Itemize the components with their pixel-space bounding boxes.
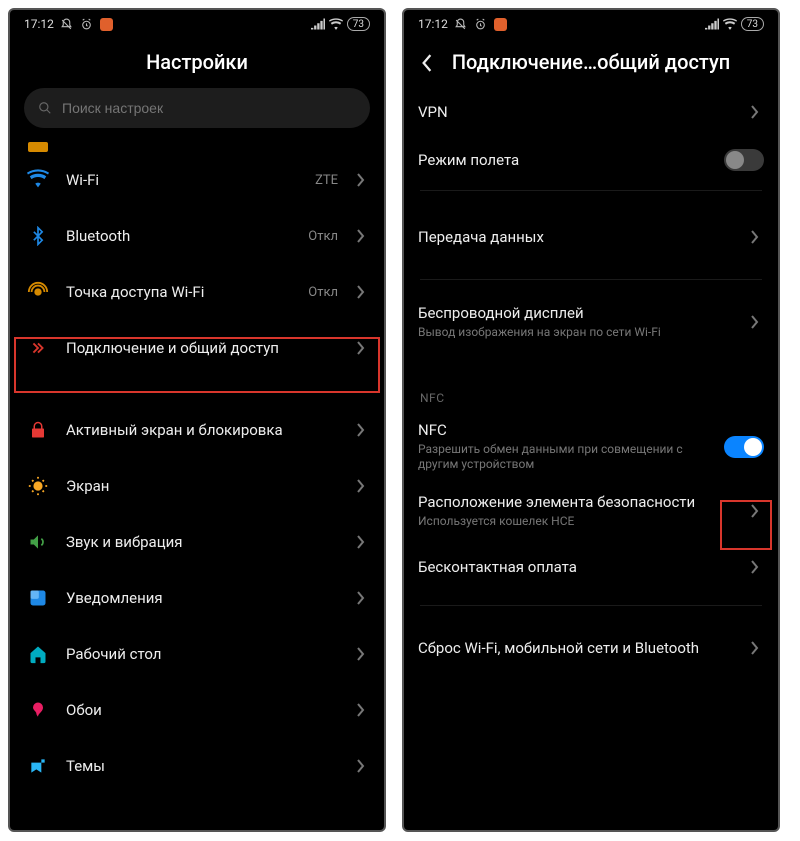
chevron-right-icon — [356, 229, 370, 243]
row-display[interactable]: Экран — [10, 458, 384, 514]
page-title: Подключение…общий доступ — [404, 38, 778, 88]
divider — [420, 605, 762, 606]
chevron-right-icon — [356, 423, 370, 437]
row-nfc[interactable]: NFC Разрешить обмен данными при совмещен… — [404, 411, 778, 483]
wifi-status-icon — [723, 17, 737, 31]
brightness-icon — [24, 472, 52, 500]
search-box[interactable] — [24, 88, 370, 128]
row-reset-network[interactable]: Сброс Wi-Fi, мобильной сети и Bluetooth — [404, 620, 778, 676]
row-sim-truncated[interactable] — [10, 134, 384, 152]
row-secure-element[interactable]: Расположение элемента безопасности Испол… — [404, 483, 778, 540]
wallpaper-icon — [24, 696, 52, 724]
signal-icon — [311, 17, 325, 31]
chevron-right-icon — [750, 230, 764, 244]
dnd-icon — [454, 17, 468, 31]
alarm-icon — [80, 17, 94, 31]
row-hotspot[interactable]: Точка доступа Wi-Fi Откл — [10, 264, 384, 320]
row-contactless-payment[interactable]: Бесконтактная оплата — [404, 539, 778, 595]
app-badge-icon — [100, 18, 113, 31]
share-icon — [24, 334, 52, 362]
status-bar: 17:12 73 — [404, 10, 778, 38]
row-sound[interactable]: Звук и вибрация — [10, 514, 384, 570]
chevron-right-icon — [750, 315, 764, 329]
chevron-right-icon — [750, 504, 764, 518]
divider — [420, 279, 762, 280]
row-vpn[interactable]: VPN — [404, 88, 778, 136]
search-input[interactable] — [62, 100, 356, 116]
bluetooth-icon — [24, 222, 52, 250]
section-header-nfc: NFC — [404, 351, 778, 411]
sound-icon — [24, 528, 52, 556]
back-button[interactable] — [416, 52, 438, 74]
chevron-right-icon — [356, 285, 370, 299]
chevron-right-icon — [750, 641, 764, 655]
chevron-right-icon — [356, 479, 370, 493]
row-wifi[interactable]: Wi-Fi ZTE — [10, 152, 384, 208]
row-notifications[interactable]: Уведомления — [10, 570, 384, 626]
chevron-right-icon — [356, 647, 370, 661]
notifications-icon — [24, 584, 52, 612]
chevron-right-icon — [356, 759, 370, 773]
status-time: 17:12 — [24, 17, 54, 31]
row-wallpaper[interactable]: Обои — [10, 682, 384, 738]
search-icon — [38, 101, 52, 115]
chevron-right-icon — [356, 341, 370, 355]
row-wireless-display[interactable]: Беспроводной дисплей Вывод изображения н… — [404, 294, 778, 351]
chevron-right-icon — [750, 105, 764, 119]
row-bluetooth[interactable]: Bluetooth Откл — [10, 208, 384, 264]
row-themes[interactable]: Темы — [10, 738, 384, 794]
row-connection-sharing[interactable]: Подключение и общий доступ — [10, 320, 384, 376]
status-time: 17:12 — [418, 17, 448, 31]
page-title: Настройки — [10, 38, 384, 88]
chevron-right-icon — [356, 591, 370, 605]
home-icon — [24, 640, 52, 668]
divider — [420, 190, 762, 191]
dnd-icon — [60, 17, 74, 31]
row-desktop[interactable]: Рабочий стол — [10, 626, 384, 682]
hotspot-icon — [24, 278, 52, 306]
signal-icon — [705, 17, 719, 31]
chevron-right-icon — [356, 173, 370, 187]
chevron-right-icon — [356, 703, 370, 717]
phone-right-connection: 17:12 73 Подключение…общий доступ — [402, 8, 780, 832]
settings-list: Wi-Fi ZTE Bluetooth Откл Точка доступа W… — [10, 134, 384, 802]
nfc-toggle[interactable] — [724, 436, 764, 458]
battery-indicator: 73 — [741, 17, 764, 31]
chevron-right-icon — [356, 535, 370, 549]
row-airplane[interactable]: Режим полета — [404, 136, 778, 184]
row-lockscreen[interactable]: Активный экран и блокировка — [10, 402, 384, 458]
lock-icon — [24, 416, 52, 444]
chevron-right-icon — [750, 560, 764, 574]
wifi-value: ZTE — [315, 173, 338, 188]
battery-indicator: 73 — [347, 17, 370, 31]
alarm-icon — [474, 17, 488, 31]
wifi-status-icon — [329, 17, 343, 31]
themes-icon — [24, 752, 52, 780]
connection-list: VPN Режим полета Передача данных Беспров… — [404, 88, 778, 684]
wifi-icon — [24, 166, 52, 194]
sim-icon — [28, 142, 48, 152]
airplane-toggle[interactable] — [724, 149, 764, 171]
status-bar: 17:12 73 — [10, 10, 384, 38]
row-data-transfer[interactable]: Передача данных — [404, 209, 778, 265]
app-badge-icon — [494, 18, 507, 31]
phone-left-settings: 17:12 73 Настройки — [8, 8, 386, 832]
